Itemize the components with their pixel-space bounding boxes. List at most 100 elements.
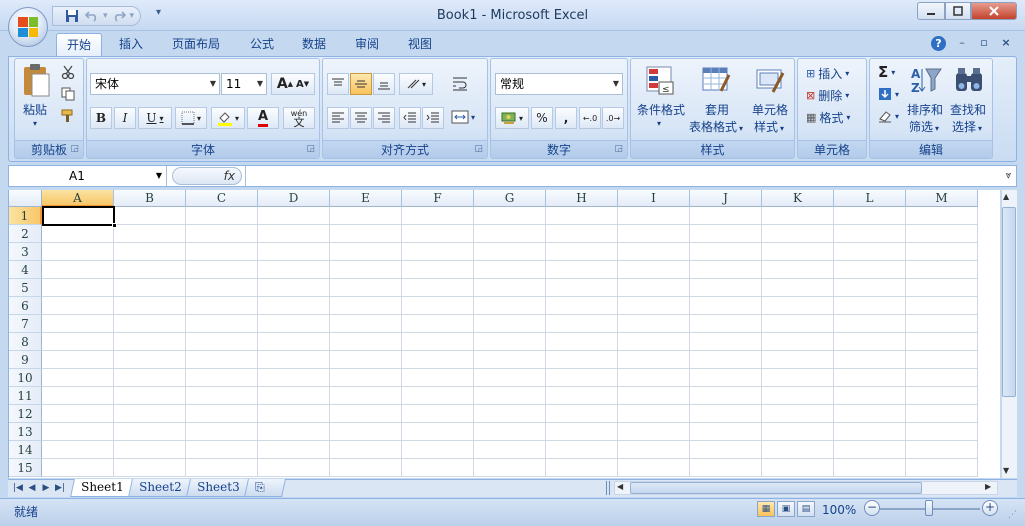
grid-cell[interactable] [906, 297, 978, 315]
sheet-tab-3[interactable]: Sheet3 [186, 479, 251, 497]
grid-cell[interactable] [186, 297, 258, 315]
tab-data[interactable]: 数据 [292, 33, 336, 57]
grid-cell[interactable] [402, 207, 474, 225]
grid-cell[interactable] [258, 441, 330, 459]
grid-cell[interactable] [258, 225, 330, 243]
grid-cell[interactable] [330, 441, 402, 459]
fill-handle[interactable] [112, 223, 117, 228]
increase-indent-button[interactable] [422, 107, 444, 129]
grid-cell[interactable] [762, 369, 834, 387]
fill-color-button[interactable]: ▾ [211, 107, 245, 129]
grid-cell[interactable] [690, 207, 762, 225]
sort-filter-label-1[interactable]: 排序和 [907, 101, 943, 118]
scroll-up-icon[interactable]: ▲ [1003, 192, 1009, 201]
grid-cell[interactable] [186, 279, 258, 297]
align-left-button[interactable] [327, 107, 349, 129]
grid-cell[interactable] [762, 315, 834, 333]
grid-cell[interactable] [402, 315, 474, 333]
grid-cell[interactable] [834, 243, 906, 261]
autosum-button[interactable]: Σ ▾ [878, 63, 895, 81]
grid-cell[interactable] [114, 297, 186, 315]
fill-button[interactable]: ▾ [878, 87, 899, 101]
grid-cell[interactable] [834, 225, 906, 243]
grid-cell[interactable] [474, 207, 546, 225]
grid-cell[interactable] [834, 459, 906, 477]
grid-cell[interactable] [42, 297, 114, 315]
tab-view[interactable]: 视图 [398, 33, 442, 57]
sheet-tab-2[interactable]: Sheet2 [128, 479, 193, 497]
tab-split-handle[interactable] [606, 481, 610, 495]
grid-cell[interactable] [330, 225, 402, 243]
ribbon-minimize-icon[interactable]: – [953, 36, 971, 52]
horizontal-scroll-thumb[interactable] [630, 482, 922, 494]
grid-cell[interactable] [402, 279, 474, 297]
grid-cell[interactable] [186, 315, 258, 333]
merge-center-button[interactable]: ▾ [451, 109, 475, 125]
grid-cell[interactable] [546, 225, 618, 243]
scroll-left-icon[interactable]: ◀ [617, 482, 623, 491]
grid-cell[interactable] [474, 243, 546, 261]
grid-cell[interactable] [474, 387, 546, 405]
grid-cell[interactable] [906, 351, 978, 369]
grid-cell[interactable] [546, 423, 618, 441]
grid-cell[interactable] [834, 333, 906, 351]
grid-cell[interactable] [330, 351, 402, 369]
grid-cell[interactable] [402, 261, 474, 279]
page-break-view-icon[interactable]: ▤ [797, 501, 815, 517]
maximize-button[interactable] [945, 2, 971, 20]
grid-cell[interactable] [546, 387, 618, 405]
grid-cell[interactable] [402, 297, 474, 315]
grid-cell[interactable] [114, 351, 186, 369]
grid-cell[interactable] [186, 207, 258, 225]
grid-cell[interactable] [42, 351, 114, 369]
tab-review[interactable]: 审阅 [345, 33, 389, 57]
row-header[interactable]: 7 [9, 315, 42, 333]
comma-button[interactable]: , [555, 107, 577, 129]
vertical-scroll-thumb[interactable] [1002, 207, 1016, 397]
row-header[interactable]: 11 [9, 387, 42, 405]
grid-cell[interactable] [114, 369, 186, 387]
sort-filter-label-2[interactable]: 筛选 ▾ [909, 118, 939, 135]
grid-cell[interactable] [546, 405, 618, 423]
grid-cell[interactable] [762, 459, 834, 477]
font-name-combo[interactable]: 宋体 ▼ [90, 73, 220, 95]
grid-cell[interactable] [906, 369, 978, 387]
row-header[interactable]: 10 [9, 369, 42, 387]
grid-cell[interactable] [330, 459, 402, 477]
borders-button[interactable]: ▾ [175, 107, 207, 129]
redo-dropdown-icon[interactable]: ▾ [130, 11, 135, 21]
format-cells-button[interactable]: ▦ 格式 ▾ [806, 109, 850, 126]
grid-cell[interactable] [330, 405, 402, 423]
grid-cell[interactable] [258, 387, 330, 405]
paste-label[interactable]: 粘贴 [23, 101, 47, 118]
grid-cell[interactable] [762, 279, 834, 297]
conditional-formatting-icon[interactable]: ≤ [645, 65, 675, 98]
grid-cell[interactable] [402, 243, 474, 261]
grid-cell[interactable] [402, 333, 474, 351]
active-cell[interactable] [42, 206, 117, 228]
select-all-button[interactable] [9, 190, 42, 207]
chevron-down-icon[interactable]: ▼ [156, 166, 162, 186]
align-bottom-button[interactable] [373, 73, 395, 95]
grid-cell[interactable] [618, 333, 690, 351]
grid-cell[interactable] [114, 387, 186, 405]
grid-cell[interactable] [402, 351, 474, 369]
last-sheet-icon[interactable]: ▶| [54, 481, 66, 495]
row-header[interactable]: 13 [9, 423, 42, 441]
grid-cell[interactable] [330, 297, 402, 315]
grid-cell[interactable] [834, 405, 906, 423]
grid-cell[interactable] [762, 441, 834, 459]
grid-cell[interactable] [114, 441, 186, 459]
row-header[interactable]: 15 [9, 459, 42, 477]
grid-cell[interactable] [618, 315, 690, 333]
grid-cell[interactable] [114, 207, 186, 225]
help-icon[interactable]: ? [931, 36, 946, 51]
bold-button[interactable]: B [90, 107, 112, 129]
clipboard-launcher-icon[interactable]: ◲ [70, 144, 79, 154]
grid-cell[interactable] [42, 441, 114, 459]
grid-cell[interactable] [474, 405, 546, 423]
row-header[interactable]: 14 [9, 441, 42, 459]
grid-cell[interactable] [186, 243, 258, 261]
grid-cell[interactable] [690, 441, 762, 459]
grid-cell[interactable] [42, 369, 114, 387]
